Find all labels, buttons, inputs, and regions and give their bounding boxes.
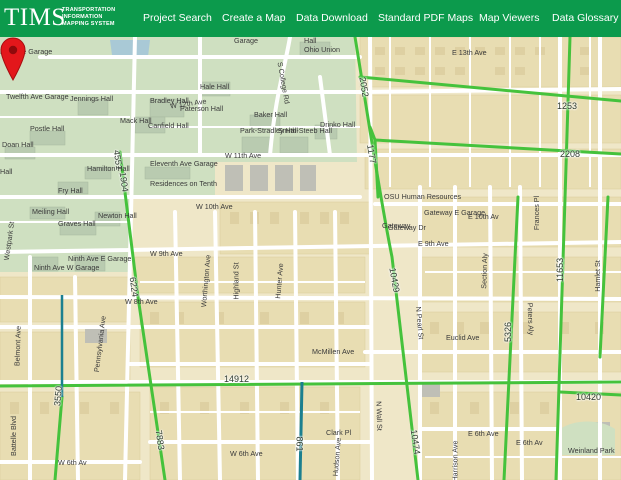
nav-data-download[interactable]: Data Download	[296, 0, 368, 37]
route-label: 861	[294, 436, 305, 452]
map-canvas[interactable]: 1253 2208 2052 1177 10420 14912 10429 10…	[0, 37, 621, 480]
route-label: 1253	[557, 101, 578, 111]
tims-logo[interactable]: TIMS TRANSPORTATION INFORMATION MAPPING …	[4, 4, 116, 32]
street-label: N Pearl St	[413, 306, 426, 340]
street-label: Battelle Blvd	[8, 416, 18, 456]
nav-standard-pdf-maps[interactable]: Standard PDF Maps	[378, 0, 473, 37]
place-label: Hale Hall	[200, 82, 230, 91]
nav-data-glossary[interactable]: Data Glossary	[552, 0, 619, 37]
route-label: 11653	[555, 257, 566, 283]
street-label: W 6th Av	[58, 458, 87, 467]
place-label: Gateway E Garage	[424, 208, 486, 217]
place-label: Hall	[0, 167, 13, 176]
place-label: Baker Hall	[254, 110, 288, 119]
logo-subtitle-line: INFORMATION	[62, 14, 103, 20]
place-label: Park-Stradley Hall	[240, 126, 298, 135]
place-label: OSU Human Resources	[384, 192, 462, 201]
place-label: Ninth Ave W Garage	[34, 263, 100, 272]
place-label: Newton Hall	[98, 211, 137, 220]
place-label: Smith-Steeb Hall	[278, 126, 332, 135]
place-label: Bradley Hall	[150, 96, 189, 105]
place-label: Eleventh Ave Garage	[150, 159, 218, 168]
street-label: Belmont Ave	[12, 325, 23, 367]
logo-text: TIMS	[4, 4, 66, 31]
header-bar: TIMS TRANSPORTATION INFORMATION MAPPING …	[0, 0, 621, 37]
route-label: 14912	[224, 374, 250, 384]
street-label: Clark Pl	[326, 428, 352, 437]
street-label: N Wall St	[374, 400, 385, 431]
place-label: Doan Hall	[2, 140, 34, 149]
nav-map-viewers[interactable]: Map Viewers	[479, 0, 540, 37]
route-label: 3550	[52, 385, 64, 407]
place-label: Weinland Park	[568, 446, 615, 455]
place-label: Graves Hall	[58, 219, 96, 228]
street-label: E 13th Ave	[452, 48, 487, 57]
street-label: W 6th Ave	[230, 449, 263, 458]
street-label: E 6th Ave	[468, 429, 499, 438]
place-label: Gateway	[382, 221, 411, 230]
nav-project-search[interactable]: Project Search	[143, 0, 212, 37]
street-label: W 9th Ave	[150, 249, 183, 258]
street-label: Hamlet St	[592, 260, 602, 292]
place-label: Paterson Hall	[180, 104, 224, 113]
place-label: Residences on Tenth	[150, 179, 217, 188]
place-label: Drinko Hall	[320, 120, 356, 129]
place-label: Hamilton Hall	[87, 164, 130, 173]
street-label: W 8th Ave	[125, 297, 158, 306]
place-label: Fry Hall	[58, 186, 83, 195]
place-label: Mack Hall	[120, 116, 152, 125]
route-label: 10420	[576, 392, 602, 402]
place-label: Twelfth Ave Garage	[6, 92, 69, 101]
place-label: Ninth Ave E Garage	[68, 254, 132, 263]
street-label: E 6th Av	[516, 438, 543, 447]
place-label: Garage	[234, 37, 258, 45]
street-label: Section Aly	[479, 253, 490, 289]
place-label: Ohio Union	[304, 45, 340, 54]
route-label: 2208	[560, 149, 581, 159]
street-label: W 11th Ave	[225, 151, 262, 160]
logo-subtitle-line: TRANSPORTATION	[62, 7, 116, 13]
place-label: Canfield Hall	[148, 121, 189, 130]
water-feature	[110, 40, 150, 57]
street-label: Highland St	[231, 262, 241, 300]
street-label: Harrison Ave	[450, 440, 460, 480]
place-label: Hall	[304, 37, 317, 45]
street-label: Frances Pl	[532, 195, 542, 231]
street-label: Peters Aly	[525, 302, 536, 336]
street-label: E 9th Ave	[418, 239, 449, 248]
logo-subtitle: TRANSPORTATION INFORMATION MAPPING SYSTE…	[62, 7, 115, 28]
street-label: Euclid Ave	[446, 333, 480, 342]
place-label: Postle Hall	[30, 124, 65, 133]
location-pin-icon[interactable]	[0, 37, 26, 81]
place-label: Meiling Hall	[32, 207, 70, 216]
logo-subtitle-line: MAPPING SYSTEM	[62, 21, 115, 27]
route-label: 5326	[503, 321, 514, 343]
nav-create-a-map[interactable]: Create a Map	[222, 0, 286, 37]
place-label: Jennings Hall	[70, 94, 114, 103]
street-label: W 10th Ave	[196, 202, 233, 211]
street-label: McMillen Ave	[312, 347, 355, 356]
